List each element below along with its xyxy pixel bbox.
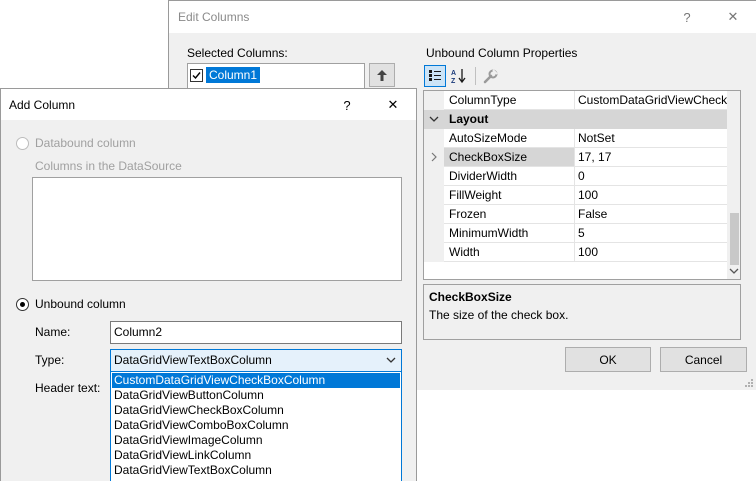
cancel-button[interactable]: Cancel	[660, 347, 747, 372]
list-item[interactable]: Column1	[190, 66, 261, 84]
property-name: AutoSizeMode	[444, 129, 575, 148]
add-column-window: Add Column ? ✕ Databound column Columns …	[0, 88, 417, 481]
property-row[interactable]: Frozen False	[424, 205, 727, 224]
resize-grip-icon[interactable]	[744, 378, 754, 388]
property-value[interactable]: 100	[575, 243, 727, 262]
svg-text:Z: Z	[451, 78, 456, 84]
row-gutter	[424, 129, 444, 148]
property-row[interactable]: FillWeight 100	[424, 186, 727, 205]
property-row[interactable]: Width 100	[424, 243, 727, 262]
property-row[interactable]: AutoSizeMode NotSet	[424, 129, 727, 148]
vertical-scrollbar[interactable]	[727, 91, 740, 279]
properties-label: Unbound Column Properties	[426, 46, 578, 60]
description-panel: CheckBoxSize The size of the check box.	[423, 284, 741, 340]
dropdown-option[interactable]: DataGridViewButtonColumn	[112, 388, 400, 403]
name-label: Name:	[35, 325, 71, 339]
property-name: DividerWidth	[444, 167, 575, 186]
wrench-icon	[483, 68, 498, 83]
collapse-chevron-icon[interactable]	[429, 114, 439, 124]
property-pages-button[interactable]	[479, 65, 501, 87]
move-up-button[interactable]	[369, 63, 395, 87]
toolbar-separator	[475, 67, 476, 85]
alphabetical-button[interactable]: A Z	[448, 65, 470, 87]
dropdown-option[interactable]: DataGridViewImageColumn	[112, 433, 400, 448]
name-field[interactable]: Column2	[110, 321, 402, 344]
category-layout[interactable]: Layout	[424, 110, 727, 129]
close-button[interactable]: ✕	[716, 1, 750, 33]
dropdown-option[interactable]: CustomDataGridViewCheckBoxColumn	[112, 373, 400, 388]
categorized-icon	[429, 70, 441, 81]
close-button[interactable]: ✕	[376, 89, 410, 121]
help-button[interactable]: ?	[670, 1, 704, 33]
window-title: Add Column	[9, 98, 76, 112]
databound-radio[interactable]	[16, 137, 29, 150]
databound-label: Databound column	[35, 136, 136, 150]
ok-button[interactable]: OK	[565, 347, 651, 372]
row-gutter	[424, 91, 444, 110]
unbound-label: Unbound column	[35, 297, 126, 311]
property-value[interactable]: 100	[575, 186, 727, 205]
type-dropdown-list[interactable]: CustomDataGridViewCheckBoxColumn DataGri…	[110, 372, 402, 481]
property-value[interactable]: False	[575, 205, 727, 224]
type-select-value: DataGridViewTextBoxColumn	[114, 353, 272, 367]
add-column-titlebar: Add Column ? ✕	[1, 89, 416, 120]
property-value[interactable]: 17, 17	[575, 148, 727, 167]
description-title: CheckBoxSize	[429, 290, 512, 304]
property-grid[interactable]: ColumnType CustomDataGridViewCheck Layou…	[423, 90, 741, 280]
property-row-selected[interactable]: CheckBoxSize 17, 17	[424, 148, 727, 167]
property-value[interactable]: CustomDataGridViewCheck	[575, 91, 727, 110]
categorized-button[interactable]	[424, 65, 446, 87]
window-title: Edit Columns	[178, 10, 250, 24]
datasource-columns-list[interactable]	[32, 177, 402, 281]
unbound-radio[interactable]	[16, 298, 29, 311]
property-name: CheckBoxSize	[444, 148, 575, 167]
checkbox-checked-icon[interactable]	[190, 68, 203, 82]
dropdown-option[interactable]: DataGridViewComboBoxColumn	[112, 418, 400, 433]
property-name: ColumnType	[444, 91, 575, 110]
row-gutter	[424, 167, 444, 186]
property-value[interactable]: 0	[575, 167, 727, 186]
row-gutter	[424, 243, 444, 262]
dropdown-option[interactable]: DataGridViewTextBoxColumn	[112, 463, 400, 478]
dropdown-option[interactable]: DataGridViewCheckBoxColumn	[112, 403, 400, 418]
chevron-down-icon[interactable]	[385, 354, 397, 366]
property-toolbar: A Z	[424, 64, 503, 88]
property-name: Width	[444, 243, 575, 262]
description-text: The size of the check box.	[429, 308, 569, 322]
datasource-label: Columns in the DataSource	[35, 159, 182, 173]
property-name: MinimumWidth	[444, 224, 575, 243]
row-gutter	[424, 186, 444, 205]
category-label: Layout	[449, 112, 489, 126]
property-name: Frozen	[444, 205, 575, 224]
property-row[interactable]: DividerWidth 0	[424, 167, 727, 186]
row-gutter	[424, 205, 444, 224]
row-gutter	[424, 224, 444, 243]
type-select[interactable]: DataGridViewTextBoxColumn	[110, 349, 402, 372]
help-button[interactable]: ?	[330, 89, 364, 121]
property-value[interactable]: 5	[575, 224, 727, 243]
edit-columns-titlebar: Edit Columns ? ✕	[169, 1, 756, 33]
svg-text:A: A	[451, 70, 456, 77]
selected-columns-label: Selected Columns:	[187, 46, 288, 60]
type-label: Type:	[35, 353, 65, 367]
row-gutter	[424, 148, 444, 167]
sort-alphabetical-icon: A Z	[451, 69, 466, 84]
property-name: FillWeight	[444, 186, 575, 205]
selected-column-name: Column1	[206, 67, 261, 83]
property-row[interactable]: MinimumWidth 5	[424, 224, 727, 243]
property-value[interactable]: NotSet	[575, 129, 727, 148]
dropdown-option[interactable]: DataGridViewLinkColumn	[112, 448, 400, 463]
arrow-up-icon	[377, 69, 387, 81]
scroll-down-icon[interactable]	[728, 265, 740, 277]
header-text-label: Header text:	[35, 381, 101, 395]
property-row[interactable]: ColumnType CustomDataGridViewCheck	[424, 91, 727, 110]
expand-chevron-icon[interactable]	[429, 152, 439, 162]
scrollbar-thumb[interactable]	[730, 213, 739, 265]
